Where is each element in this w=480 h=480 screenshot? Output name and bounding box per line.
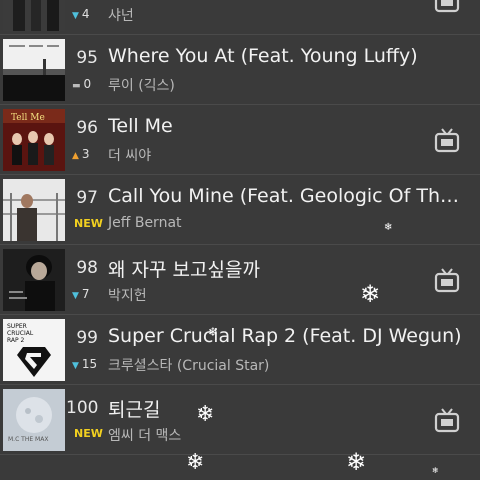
rank-number: 96 xyxy=(76,118,98,138)
song-title[interactable]: Where You At (Feat. Young Luffy) xyxy=(108,45,462,67)
album-art xyxy=(3,179,65,241)
rank-number: 99 xyxy=(76,328,98,348)
artist-name[interactable]: Jeff Bernat xyxy=(108,215,182,231)
album-art-text: SUPER xyxy=(7,323,27,330)
down-arrow-icon: ▼ xyxy=(72,291,79,301)
artist-name[interactable]: 엠씨 더 맥스 xyxy=(108,425,181,445)
album-art: M.C THE MAX xyxy=(3,389,65,451)
chart-row[interactable]: SUPER CRUCIAL RAP 2 99 ▼ 15 Super Crucial… xyxy=(0,315,480,385)
chart-row[interactable]: 97 NEW Call You Mine (Feat. Geologic Of … xyxy=(0,175,480,245)
album-art xyxy=(3,249,65,311)
up-arrow-icon: ▲ xyxy=(72,151,79,161)
down-arrow-icon: ▼ xyxy=(72,361,79,371)
chart-list: ▼ 4 샤넌 95 ▬ 0 Where You At (Feat. Young … xyxy=(0,0,480,455)
song-title[interactable]: Super Crucial Rap 2 (Feat. DJ Wegun) xyxy=(108,325,462,347)
chart-row[interactable]: M.C THE MAX 100 NEW 퇴근길 엠씨 더 맥스 xyxy=(0,385,480,455)
mv-tv-icon[interactable] xyxy=(434,0,460,13)
mv-tv-icon[interactable] xyxy=(434,127,460,153)
mv-tv-icon[interactable] xyxy=(434,267,460,293)
rank-number: 95 xyxy=(76,48,98,68)
album-art-text: Tell Me xyxy=(11,113,45,123)
snowflake-icon: ❄ xyxy=(432,466,439,475)
rank-number: 97 xyxy=(76,188,98,208)
rank-change: ▼ 15 xyxy=(72,357,98,371)
album-art: SUPER CRUCIAL RAP 2 xyxy=(3,319,65,381)
album-art: Tell Me xyxy=(3,109,65,171)
chart-row[interactable]: 98 ▼ 7 왜 자꾸 보고싶을까 박지헌 xyxy=(0,245,480,315)
chart-row[interactable]: ▼ 4 샤넌 xyxy=(0,0,480,35)
no-change-dash-icon: ▬ xyxy=(72,81,81,91)
artist-name[interactable]: 크루셜스타 (Crucial Star) xyxy=(108,355,269,375)
rank-number: 100 xyxy=(66,398,99,418)
album-art xyxy=(3,0,65,31)
chart-row[interactable]: 95 ▬ 0 Where You At (Feat. Young Luffy) 루… xyxy=(0,35,480,105)
new-badge: NEW xyxy=(74,427,103,440)
rank-change: ▬ 0 xyxy=(72,77,92,91)
artist-name[interactable]: 박지헌 xyxy=(108,285,147,305)
chart-row[interactable]: Tell Me 96 ▲ 3 Tell Me 더 씨야 xyxy=(0,105,480,175)
album-art-text: RAP 2 xyxy=(7,337,25,344)
rank-change: ▼ 4 xyxy=(72,7,90,21)
mv-tv-icon[interactable] xyxy=(434,407,460,433)
artist-name[interactable]: 샤넌 xyxy=(108,5,134,25)
artist-name[interactable]: 루이 (긱스) xyxy=(108,75,175,95)
song-title[interactable]: Tell Me xyxy=(108,115,462,137)
album-art-text: CRUCIAL xyxy=(7,330,34,337)
down-arrow-icon: ▼ xyxy=(72,11,79,21)
album-art-text: M.C THE MAX xyxy=(8,436,48,443)
song-title[interactable]: 왜 자꾸 보고싶을까 xyxy=(108,255,462,282)
song-title[interactable]: Call You Mine (Feat. Geologic Of The… xyxy=(108,185,462,207)
album-art xyxy=(3,39,65,101)
artist-name[interactable]: 더 씨야 xyxy=(108,145,151,165)
new-badge: NEW xyxy=(74,217,103,230)
song-title[interactable]: 퇴근길 xyxy=(108,395,462,422)
rank-number: 98 xyxy=(76,258,98,278)
rank-change: ▼ 7 xyxy=(72,287,90,301)
rank-change: ▲ 3 xyxy=(72,147,90,161)
